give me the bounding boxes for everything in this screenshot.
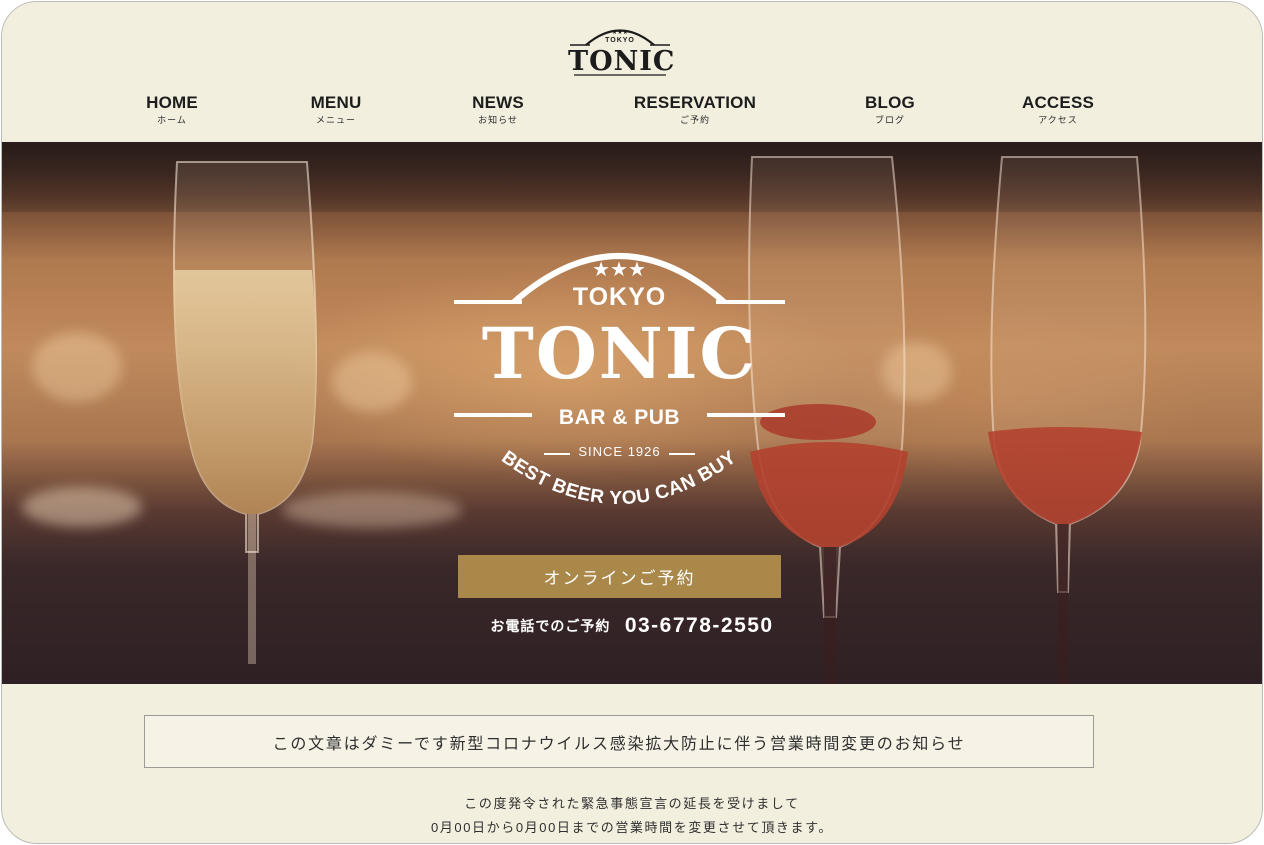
champagne-glass-image <box>172 161 317 664</box>
browser-frame: ★★★ TOKYO TONIC HOME ホーム MENU メニュー NEWS … <box>1 1 1263 844</box>
nav-item-news[interactable]: NEWS お知らせ <box>472 93 524 127</box>
svg-text:★★★: ★★★ <box>592 257 646 281</box>
nav-label-en: BLOG <box>865 93 915 112</box>
svg-text:★★★: ★★★ <box>612 29 628 36</box>
nav-label-jp: ご予約 <box>679 115 711 125</box>
nav-item-blog[interactable]: BLOG ブログ <box>865 93 915 127</box>
logo-name-text: TONIC <box>568 46 676 77</box>
hero-logo-since: SINCE 1926 <box>578 444 661 459</box>
nav-label-en: ACCESS <box>1021 93 1095 112</box>
online-reservation-button[interactable]: オンラインご予約 <box>458 555 781 598</box>
notice-body: この度発令された緊急事態宣言の延長を受けまして 0月00日から0月00日までの営… <box>2 792 1262 840</box>
nav-label-en: NEWS <box>472 93 524 112</box>
logo-tokyo-text: TOKYO <box>605 37 635 44</box>
site-header: ★★★ TOKYO TONIC HOME ホーム MENU メニュー NEWS … <box>2 2 1262 142</box>
phone-reservation: お電話でのご予約 03-6778-2550 <box>2 614 1262 638</box>
hero-logo-subtitle: BAR & PUB <box>558 406 681 429</box>
hero-logo-emblem: ★★★ BEST BEER YOU CAN BUY TOKYO TONIC BA… <box>452 230 787 505</box>
site-logo[interactable]: ★★★ TOKYO TONIC <box>568 22 676 78</box>
nav-label-en: HOME <box>146 93 198 112</box>
nav-item-home[interactable]: HOME ホーム <box>146 93 198 127</box>
nav-label-jp: アクセス <box>1038 115 1078 125</box>
nav-item-access[interactable]: ACCESS アクセス <box>1022 93 1094 127</box>
nav-item-menu[interactable]: MENU メニュー <box>311 93 362 127</box>
nav-label-jp: お知らせ <box>478 115 518 125</box>
nav-label-jp: メニュー <box>315 115 357 125</box>
nav-item-reservation[interactable]: RESERVATION ご予約 <box>634 93 756 127</box>
hero-logo-name: TONIC <box>481 312 758 395</box>
phone-label: お電話でのご予約 <box>490 618 611 634</box>
notice-line: この度発令された緊急事態宣言の延長を受けまして <box>464 796 800 811</box>
nav-label-en: MENU <box>310 93 362 112</box>
bokeh-light <box>32 332 122 402</box>
rose-wine-glass-image <box>988 156 1147 684</box>
notice-line: 0月00日から0月00日までの営業時間を変更させて頂きます。 <box>430 820 834 835</box>
notice-title: この文章はダミーです新型コロナウイルス感染拡大防止に伴う営業時間変更のお知らせ <box>272 735 966 753</box>
bokeh-light <box>22 487 142 527</box>
nav-label-jp: ブログ <box>874 115 906 125</box>
hero-section: ★★★ BEST BEER YOU CAN BUY TOKYO TONIC BA… <box>2 142 1262 684</box>
bokeh-light <box>332 352 412 412</box>
notice-banner[interactable]: この文章はダミーです新型コロナウイルス感染拡大防止に伴う営業時間変更のお知らせ <box>144 715 1094 768</box>
hero-logo-city: TOKYO <box>572 283 667 311</box>
phone-number-link[interactable]: 03-6778-2550 <box>625 614 774 637</box>
nav-label-en: RESERVATION <box>633 93 757 112</box>
nav-label-jp: ホーム <box>157 115 187 125</box>
main-nav: HOME ホーム MENU メニュー NEWS お知らせ RESERVATION… <box>2 93 1262 133</box>
